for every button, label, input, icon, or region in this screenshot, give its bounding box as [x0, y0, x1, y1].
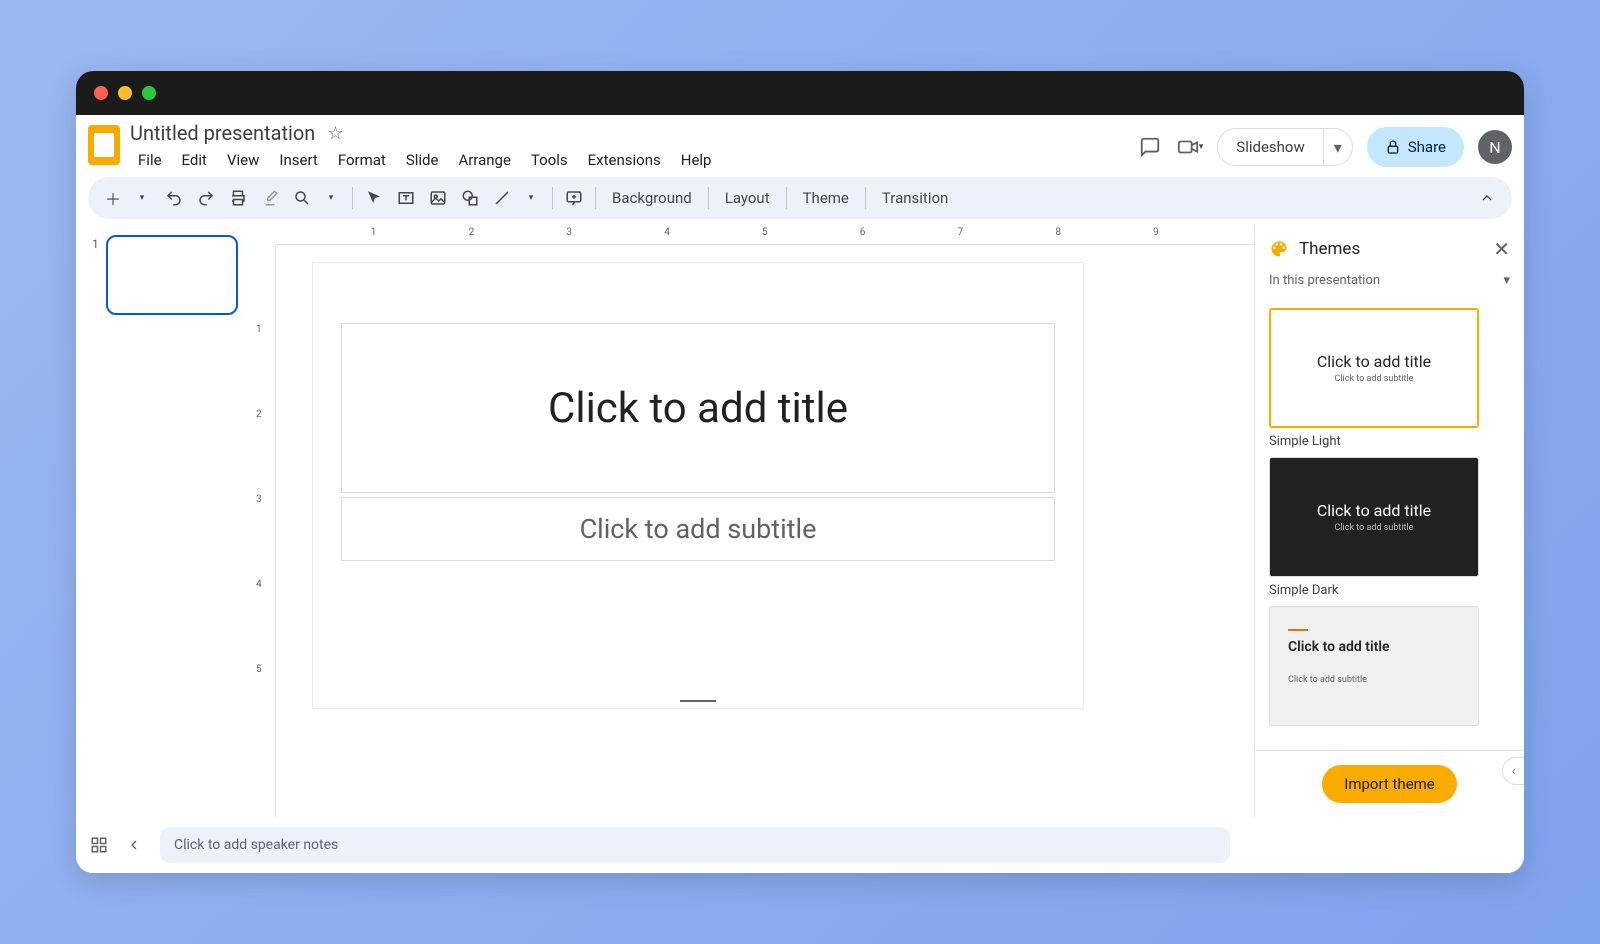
menu-view[interactable]: View — [219, 149, 267, 171]
star-icon[interactable]: ☆ — [327, 123, 343, 144]
show-sidepanel-button[interactable]: ‹ — [1502, 757, 1524, 785]
themes-title: Themes — [1299, 239, 1483, 259]
menu-insert[interactable]: Insert — [271, 149, 325, 171]
line-dropdown[interactable]: ▾ — [516, 183, 546, 213]
import-theme-button[interactable]: Import theme — [1322, 765, 1457, 803]
share-button[interactable]: Share — [1367, 127, 1464, 167]
slideshow-button[interactable]: Slideshow — [1218, 129, 1323, 165]
themes-list: Click to add title Click to add subtitle… — [1255, 296, 1524, 750]
header: Untitled presentation ☆ File Edit View I… — [76, 115, 1524, 171]
close-icon[interactable]: ✕ — [1493, 237, 1510, 261]
new-slide-dropdown[interactable]: ▾ — [127, 183, 157, 213]
macos-titlebar — [76, 71, 1524, 115]
record-video-button[interactable]: ▾ — [1177, 136, 1204, 158]
lock-icon — [1385, 139, 1401, 155]
background-button[interactable]: Background — [602, 189, 702, 207]
main-area: 1 Click to add title Click to add subtit… — [76, 225, 1524, 817]
slideshow-group: Slideshow ▾ — [1217, 128, 1352, 166]
select-tool[interactable] — [359, 183, 389, 213]
comments-icon[interactable] — [1137, 134, 1163, 160]
chevron-down-icon: ▾ — [1503, 273, 1510, 288]
menu-slide[interactable]: Slide — [398, 149, 447, 171]
speaker-notes-input[interactable]: Click to add speaker notes — [160, 827, 1230, 863]
traffic-minimize[interactable] — [118, 86, 132, 100]
grid-view-button[interactable] — [90, 836, 108, 854]
zoom-dropdown[interactable]: ▾ — [316, 183, 346, 213]
menu-bar: File Edit View Insert Format Slide Arran… — [130, 149, 1137, 171]
slide-thumbnail-1[interactable] — [106, 235, 238, 315]
menu-edit[interactable]: Edit — [174, 149, 215, 171]
layout-button[interactable]: Layout — [715, 189, 780, 207]
comment-add-button[interactable] — [559, 183, 589, 213]
theme-name-1: Simple Dark — [1269, 583, 1510, 598]
print-button[interactable] — [223, 183, 253, 213]
avatar[interactable]: N — [1478, 130, 1512, 164]
page-handle[interactable] — [680, 700, 716, 702]
ruler-horizontal — [276, 225, 1254, 245]
shape-tool[interactable] — [455, 183, 485, 213]
theme-button[interactable]: Theme — [793, 189, 859, 207]
title-placeholder[interactable]: Click to add title — [341, 323, 1055, 493]
image-tool[interactable] — [423, 183, 453, 213]
slide-number: 1 — [92, 237, 99, 251]
menu-help[interactable]: Help — [673, 149, 720, 171]
collapse-toolbar-button[interactable] — [1472, 183, 1502, 213]
ruler-vertical — [248, 245, 276, 817]
slide-panel: 1 — [76, 225, 248, 817]
traffic-fullscreen[interactable] — [142, 86, 156, 100]
subtitle-placeholder[interactable]: Click to add subtitle — [341, 497, 1055, 561]
app-window: Untitled presentation ☆ File Edit View I… — [76, 71, 1524, 873]
menu-format[interactable]: Format — [330, 149, 394, 171]
share-label: Share — [1408, 138, 1446, 156]
menu-file[interactable]: File — [130, 149, 170, 171]
canvas-area: Click to add title Click to add subtitle — [248, 225, 1254, 817]
theme-simple-dark[interactable]: Click to add title Click to add subtitle — [1269, 457, 1479, 577]
themes-subhead[interactable]: In this presentation ▾ — [1255, 273, 1524, 296]
palette-icon — [1269, 239, 1289, 259]
title-area: Untitled presentation ☆ File Edit View I… — [130, 121, 1137, 171]
transition-button[interactable]: Transition — [872, 189, 958, 207]
line-tool[interactable] — [487, 183, 517, 213]
menu-tools[interactable]: Tools — [523, 149, 576, 171]
toolbar: ＋ ▾ ▾ — [88, 177, 1512, 219]
footer: Click to add speaker notes ‹ — [76, 817, 1524, 873]
menu-extensions[interactable]: Extensions — [580, 149, 669, 171]
redo-button[interactable] — [191, 183, 221, 213]
slide-canvas[interactable]: Click to add title Click to add subtitle — [313, 263, 1083, 708]
paint-format-button[interactable] — [255, 183, 285, 213]
textbox-tool[interactable] — [391, 183, 421, 213]
toolbar-wrap: ＋ ▾ ▾ — [76, 171, 1524, 225]
theme-streamline[interactable]: Click to add title Click to add subtitle — [1269, 606, 1479, 726]
zoom-button[interactable] — [287, 183, 317, 213]
accent-bar — [1288, 629, 1308, 631]
themes-panel: Themes ✕ In this presentation ▾ Click to… — [1254, 225, 1524, 817]
traffic-close[interactable] — [94, 86, 108, 100]
doc-title[interactable]: Untitled presentation — [130, 121, 315, 145]
slideshow-dropdown[interactable]: ▾ — [1324, 138, 1352, 157]
menu-arrange[interactable]: Arrange — [450, 149, 518, 171]
prev-slide-button[interactable] — [126, 837, 142, 853]
theme-simple-light[interactable]: Click to add title Click to add subtitle — [1269, 308, 1479, 428]
header-actions: ▾ Slideshow ▾ Share N — [1137, 121, 1512, 167]
undo-button[interactable] — [159, 183, 189, 213]
new-slide-button[interactable]: ＋ — [98, 183, 128, 213]
slides-logo-icon — [88, 125, 120, 165]
theme-name-0: Simple Light — [1269, 434, 1510, 449]
